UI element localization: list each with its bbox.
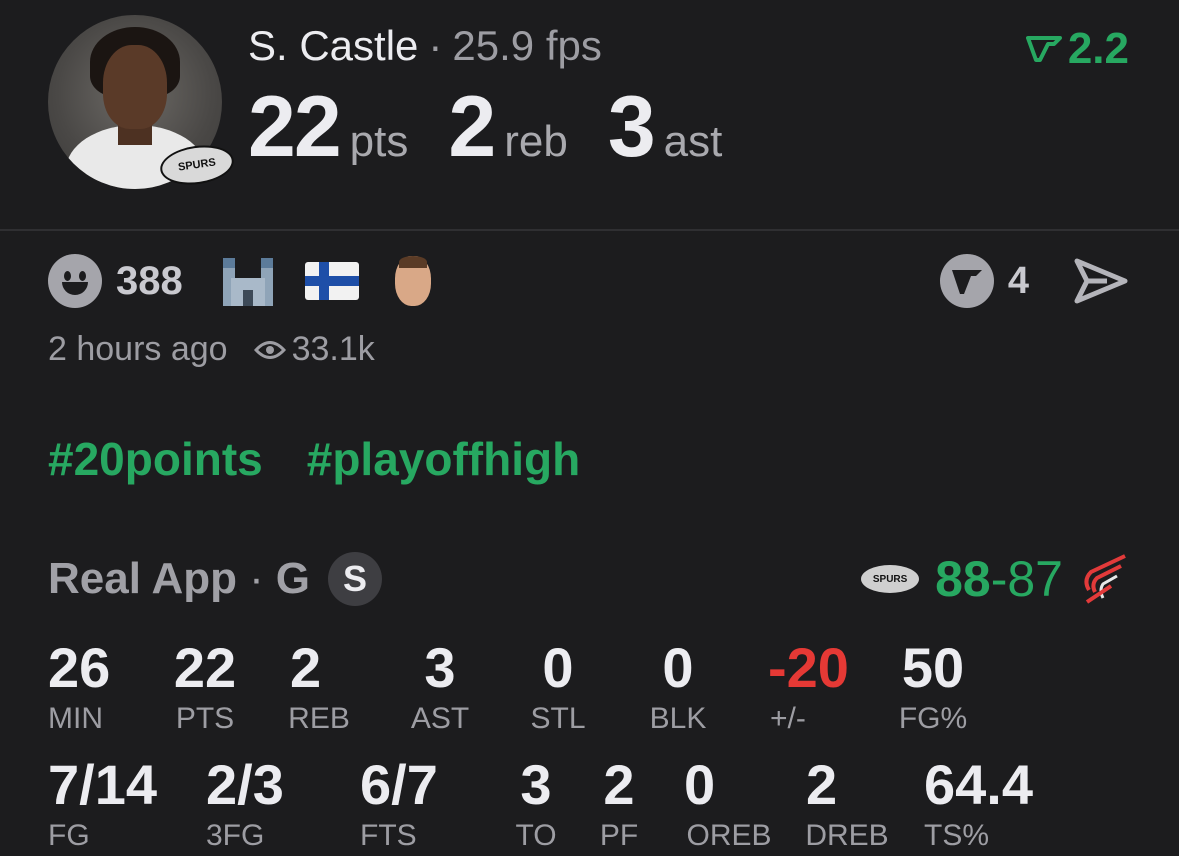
spurs-logo-icon: SPURS	[861, 565, 920, 593]
stat-cell: 2 DREB	[805, 753, 889, 852]
timestamp: 2 hours ago	[48, 330, 228, 368]
source-label: Real App	[48, 554, 238, 603]
rating-value: 2.2	[1067, 24, 1129, 73]
stat-cell: 22 PTS	[173, 636, 237, 735]
hashtag-link[interactable]: #playoffhigh	[307, 433, 580, 485]
smile-icon[interactable]	[48, 254, 102, 308]
stat-cell: 3 TO	[515, 753, 557, 852]
castle-icon[interactable]	[221, 256, 275, 306]
eye-icon	[253, 340, 286, 359]
box-score-header: Real App · G S	[48, 552, 382, 606]
hashtags: #20points #playoffhigh	[48, 432, 624, 486]
rating-score[interactable]: 2.2	[1025, 24, 1129, 74]
plus-minus-cell: -20 +/-	[768, 636, 849, 735]
player-face-emoji-icon[interactable]	[394, 256, 431, 306]
stat-summary: 22 pts 2 reb 3 ast	[248, 78, 762, 177]
separator: ·	[428, 22, 443, 69]
stat-cell: 7/14 FG	[48, 753, 157, 852]
player-name[interactable]: S. Castle	[248, 22, 418, 69]
post-meta: 2 hours ago 33.1k	[48, 330, 375, 369]
stat-cell: 50 FG%	[898, 636, 968, 735]
finland-flag-icon[interactable]	[304, 262, 359, 300]
comment-count[interactable]: 4	[1008, 260, 1029, 303]
stat-cell: 6/7 FTS	[360, 753, 438, 852]
stat-cell: 0 OREB	[684, 753, 772, 852]
real-v-icon	[1025, 36, 1062, 62]
send-icon[interactable]	[1073, 257, 1129, 305]
stat-cell: 26 MIN	[48, 636, 111, 735]
assists-value: 3	[607, 79, 656, 175]
reaction-count[interactable]: 388	[116, 259, 183, 304]
starter-badge: S	[327, 552, 382, 606]
home-score: 88	[935, 551, 991, 607]
stat-cell: 2 REB	[288, 636, 350, 735]
rebounds-value: 2	[448, 79, 496, 175]
position-label: G	[275, 554, 310, 603]
assists-unit: ast	[663, 117, 723, 166]
player-face	[103, 45, 167, 129]
comment-share-group: 4	[939, 252, 1129, 310]
blazers-logo-icon	[1084, 554, 1126, 604]
points-value: 22	[248, 79, 342, 175]
rebounds-unit: reb	[504, 117, 568, 166]
points-unit: pts	[349, 117, 409, 166]
stat-cell: 0 BLK	[649, 636, 707, 735]
away-score: 87	[1007, 551, 1063, 607]
game-score[interactable]: SPURS 88-87	[861, 550, 1129, 608]
stat-cell: 0 STL	[530, 636, 586, 735]
player-header[interactable]: S. Castle · 25.9 fps	[248, 22, 602, 70]
real-logo-icon[interactable]	[939, 254, 994, 308]
fantasy-points: 25.9 fps	[452, 22, 602, 69]
stat-cell: 3 AST	[410, 636, 470, 735]
divider	[0, 229, 1179, 231]
reactions-bar: 388	[48, 252, 431, 310]
hashtag-link[interactable]: #20points	[48, 433, 263, 485]
stat-cell: 64.4 TS%	[924, 753, 1033, 852]
stat-cell: 2 PF	[599, 753, 639, 852]
view-count: 33.1k	[291, 330, 375, 368]
stat-cell: 2/3 3FG	[206, 753, 284, 852]
